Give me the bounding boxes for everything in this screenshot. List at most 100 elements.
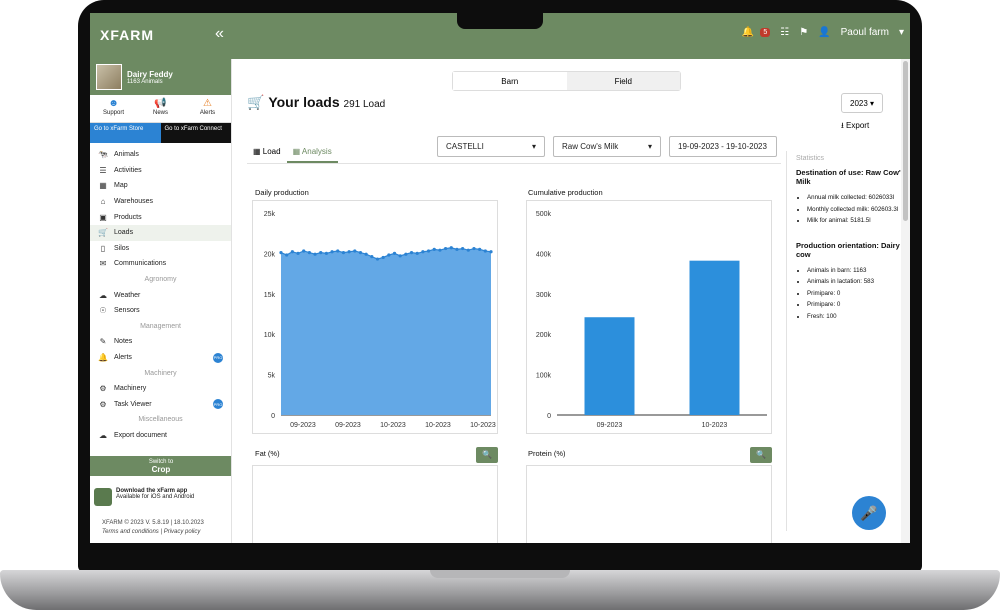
chat-icon: ✉: [99, 259, 107, 269]
camera-notch: [457, 13, 543, 29]
tab-load[interactable]: ▦ Load: [247, 143, 287, 163]
sidebar-item-notes[interactable]: ✎ Notes: [90, 334, 231, 350]
x-tick-label: 10-2023: [702, 422, 728, 429]
farm-animals: 1163 Animals: [127, 78, 163, 85]
data-point: [319, 250, 323, 255]
pro-badge: PRO: [213, 352, 223, 363]
sidebar-item-animals[interactable]: 🐄 Animals: [90, 147, 231, 163]
sidebar-footer: XFARM © 2023 V. 5.8.19 | 18.10.2023 Term…: [102, 519, 204, 537]
news-button[interactable]: 📢 News: [137, 95, 184, 122]
stat-item: Fresh: 100: [807, 311, 910, 323]
sidebar-item-export-document[interactable]: ☁ Export document: [90, 428, 231, 444]
cumulative-chart: 500k 400k 300k 200k 100k 0 09-2023 10-2023: [526, 200, 772, 434]
xfarm-app-icon: [94, 488, 112, 506]
tab-field[interactable]: Field: [566, 72, 680, 90]
x-tick-label: 10-2023: [380, 422, 406, 429]
sidebar-item-alerts[interactable]: 🔔 Alerts PRO: [90, 350, 231, 366]
data-point: [375, 257, 380, 261]
sidebar-item-machinery[interactable]: ⚙ Machinery: [90, 381, 231, 397]
data-point: [285, 253, 289, 257]
alerts-button[interactable]: ⚠ Alerts: [184, 95, 231, 122]
sidebar-item-map[interactable]: ▦ Map: [90, 178, 231, 194]
data-point: [426, 249, 431, 253]
org-chart-icon[interactable]: ☷: [780, 27, 789, 38]
gear-icon: ⚙: [99, 399, 107, 409]
y-tick-label: 5k: [268, 373, 276, 380]
data-point: [409, 250, 414, 255]
load-count: 291 Load: [343, 99, 386, 110]
sidebar-item-communications[interactable]: ✉ Communications: [90, 256, 231, 272]
xfarm-store-button[interactable]: Go to xFarm Store: [90, 123, 161, 143]
user-menu[interactable]: Paoul farm: [841, 27, 889, 38]
data-point: [449, 246, 453, 250]
data-point: [353, 249, 357, 253]
terms-link[interactable]: Terms and conditions | Privacy policy: [102, 528, 204, 537]
nav-section-label: Miscellaneous: [138, 416, 183, 424]
cumulative-production-chart: 500k 400k 300k 200k 100k 0 09-2023 10-2023: [536, 211, 767, 429]
export-icon: ☁: [99, 430, 107, 440]
sidebar-item-label: Activities: [114, 166, 142, 174]
app-download[interactable]: Download the xFarm app Available for iOS …: [94, 488, 194, 506]
notification-bell-icon[interactable]: 🔔: [742, 27, 754, 38]
year-select[interactable]: 2023 ▾: [841, 93, 883, 113]
x-tick-label: 09-2023: [290, 422, 316, 429]
fat-zoom-button[interactable]: 🔍: [476, 447, 498, 463]
stat-item: Primipare: 0: [807, 299, 910, 311]
sidebar-item-loads[interactable]: 🛒 Loads: [90, 224, 231, 241]
data-point: [392, 251, 397, 255]
sidebar-item-label: Machinery: [114, 385, 147, 393]
data-point: [364, 252, 368, 256]
sidebar-item-warehouses[interactable]: ⌂ Warehouses: [90, 194, 231, 210]
data-point: [347, 250, 351, 254]
user-icon: 👤: [818, 27, 831, 38]
switch-to-crop-button[interactable]: Switch to Crop: [90, 456, 231, 476]
y-tick-label: 100k: [536, 373, 552, 380]
language-flag-icon[interactable]: ⚑: [799, 27, 808, 38]
sidebar-item-activities[interactable]: ☰ Activities: [90, 163, 231, 179]
megaphone-icon: 📢: [154, 98, 167, 109]
laptop-lip: [430, 570, 570, 578]
app-screen: XFARM « 🔔 5 ☷ ⚑ 👤 Paoul farm ▾ Dairy Fed…: [90, 13, 910, 543]
farm-selector[interactable]: Dairy Feddy 1163 Animals: [90, 59, 231, 95]
product-select[interactable]: Raw Cow's Milk ▾: [553, 136, 661, 157]
cumulative-chart-title: Cumulative production: [528, 188, 603, 197]
sidebar-item-label: Alerts: [114, 354, 132, 362]
date-range-input[interactable]: 19-09-2023 - 19-10-2023: [669, 136, 777, 157]
chevron-down-icon[interactable]: ▾: [899, 27, 904, 38]
data-point: [302, 249, 306, 253]
fat-chart: [252, 465, 498, 543]
nav-section-label: Management: [140, 322, 181, 330]
export-button[interactable]: ⭳ Export: [841, 120, 869, 134]
x-tick-label: 10-2023: [425, 422, 451, 429]
data-point: [415, 251, 419, 255]
collapse-sidebar-button[interactable]: «: [215, 25, 224, 43]
sidebar-item-weather[interactable]: ☁ Weather: [90, 287, 231, 303]
nav-section-label: Machinery: [144, 369, 177, 377]
xfarm-connect-button[interactable]: Go to xFarm Connect: [160, 123, 231, 143]
data-point: [290, 250, 294, 254]
sidebar-item-silos[interactable]: ▯ Silos: [90, 241, 231, 257]
sidebar-item-sensors[interactable]: ☉ Sensors: [90, 303, 231, 319]
bar: [689, 260, 740, 415]
y-tick-label: 300k: [536, 292, 552, 299]
y-tick-label: 25k: [264, 211, 276, 218]
page-scrollbar[interactable]: [901, 59, 910, 543]
xfarm-logo[interactable]: XFARM: [100, 27, 154, 43]
data-point: [336, 249, 340, 253]
sidebar-item-task-viewer[interactable]: ⚙ Task Viewer PRO: [90, 397, 231, 413]
support-button[interactable]: ☻ Support: [90, 95, 137, 122]
destination-list: Annual milk collected: 6026033l Monthly …: [796, 192, 910, 227]
data-point: [313, 252, 317, 256]
tab-barn[interactable]: Barn: [453, 72, 567, 90]
x-tick-label: 09-2023: [597, 422, 623, 429]
cow-icon: 🐄: [98, 150, 108, 160]
protein-chart: [526, 465, 772, 543]
site-select[interactable]: CASTELLI ▾: [437, 136, 545, 157]
sidebar-item-products[interactable]: ▣ Products: [90, 209, 231, 225]
nav-section-label: Agronomy: [144, 276, 177, 284]
data-point: [404, 252, 408, 256]
data-point: [398, 254, 402, 258]
protein-zoom-button[interactable]: 🔍: [750, 447, 772, 463]
tab-analysis[interactable]: ▦ Analysis: [286, 143, 338, 163]
voice-assistant-button[interactable]: 🎤: [852, 496, 886, 530]
